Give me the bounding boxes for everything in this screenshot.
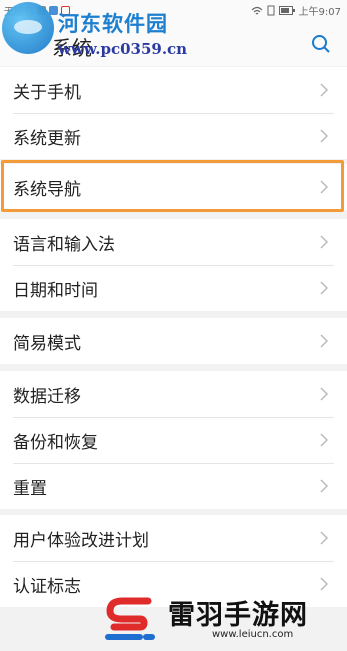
- watermark-bottom: 雷羽手游网 www.leiucn.com: [100, 585, 345, 651]
- settings-group-2: 系统导航: [0, 164, 347, 210]
- item-label: 系统导航: [13, 179, 81, 200]
- chevron-right-icon: [320, 129, 329, 143]
- watermark-url: www.pc0359.cn: [58, 40, 188, 58]
- about-phone-item[interactable]: 关于手机: [0, 67, 347, 113]
- battery-icon: [278, 6, 295, 15]
- watermark-bottom-url: www.leiucn.com: [212, 629, 294, 640]
- system-update-item[interactable]: 系统更新: [0, 113, 347, 159]
- chevron-right-icon: [320, 387, 329, 401]
- watermark-logo-icon: [2, 2, 54, 54]
- wifi-icon: [251, 6, 262, 14]
- search-icon[interactable]: [311, 34, 331, 54]
- date-time-item[interactable]: 日期和时间: [0, 265, 347, 311]
- item-label: 日期和时间: [13, 280, 98, 301]
- chevron-right-icon: [320, 334, 329, 348]
- item-label: 用户体验改进计划: [13, 530, 149, 551]
- item-label: 简易模式: [13, 333, 81, 354]
- simple-mode-item[interactable]: 简易模式: [0, 318, 347, 364]
- chevron-right-icon: [320, 531, 329, 545]
- item-label: 重置: [13, 478, 47, 499]
- sim-icon: [267, 5, 275, 16]
- reset-item[interactable]: 重置: [0, 463, 347, 509]
- system-navigation-item[interactable]: 系统导航: [0, 164, 347, 210]
- chevron-right-icon: [320, 83, 329, 97]
- watermark-top: 河东软件园 www.pc0359.cn: [0, 0, 230, 60]
- settings-group-1: 关于手机 系统更新: [0, 67, 347, 159]
- chevron-right-icon: [320, 180, 329, 194]
- settings-group-3: 语言和输入法 日期和时间: [0, 219, 347, 311]
- item-label: 系统更新: [13, 128, 81, 149]
- language-input-item[interactable]: 语言和输入法: [0, 219, 347, 265]
- watermark-s-logo-icon: [105, 597, 155, 640]
- data-migration-item[interactable]: 数据迁移: [0, 371, 347, 417]
- chevron-right-icon: [320, 235, 329, 249]
- settings-group-4: 简易模式: [0, 318, 347, 364]
- backup-restore-item[interactable]: 备份和恢复: [0, 417, 347, 463]
- chevron-right-icon: [320, 479, 329, 493]
- settings-group-5: 数据迁移 备份和恢复 重置: [0, 371, 347, 509]
- chevron-right-icon: [320, 433, 329, 447]
- chevron-right-icon: [320, 281, 329, 295]
- watermark-bottom-site-name: 雷羽手游网: [168, 600, 308, 631]
- item-label: 语言和输入法: [13, 234, 115, 255]
- item-label: 数据迁移: [13, 386, 81, 407]
- item-label: 认证标志: [13, 576, 81, 597]
- item-label: 关于手机: [13, 82, 81, 103]
- user-experience-item[interactable]: 用户体验改进计划: [0, 515, 347, 561]
- clock-text: 上午9:07: [298, 7, 341, 18]
- item-label: 备份和恢复: [13, 432, 98, 453]
- watermark-site-name: 河东软件园: [58, 12, 168, 36]
